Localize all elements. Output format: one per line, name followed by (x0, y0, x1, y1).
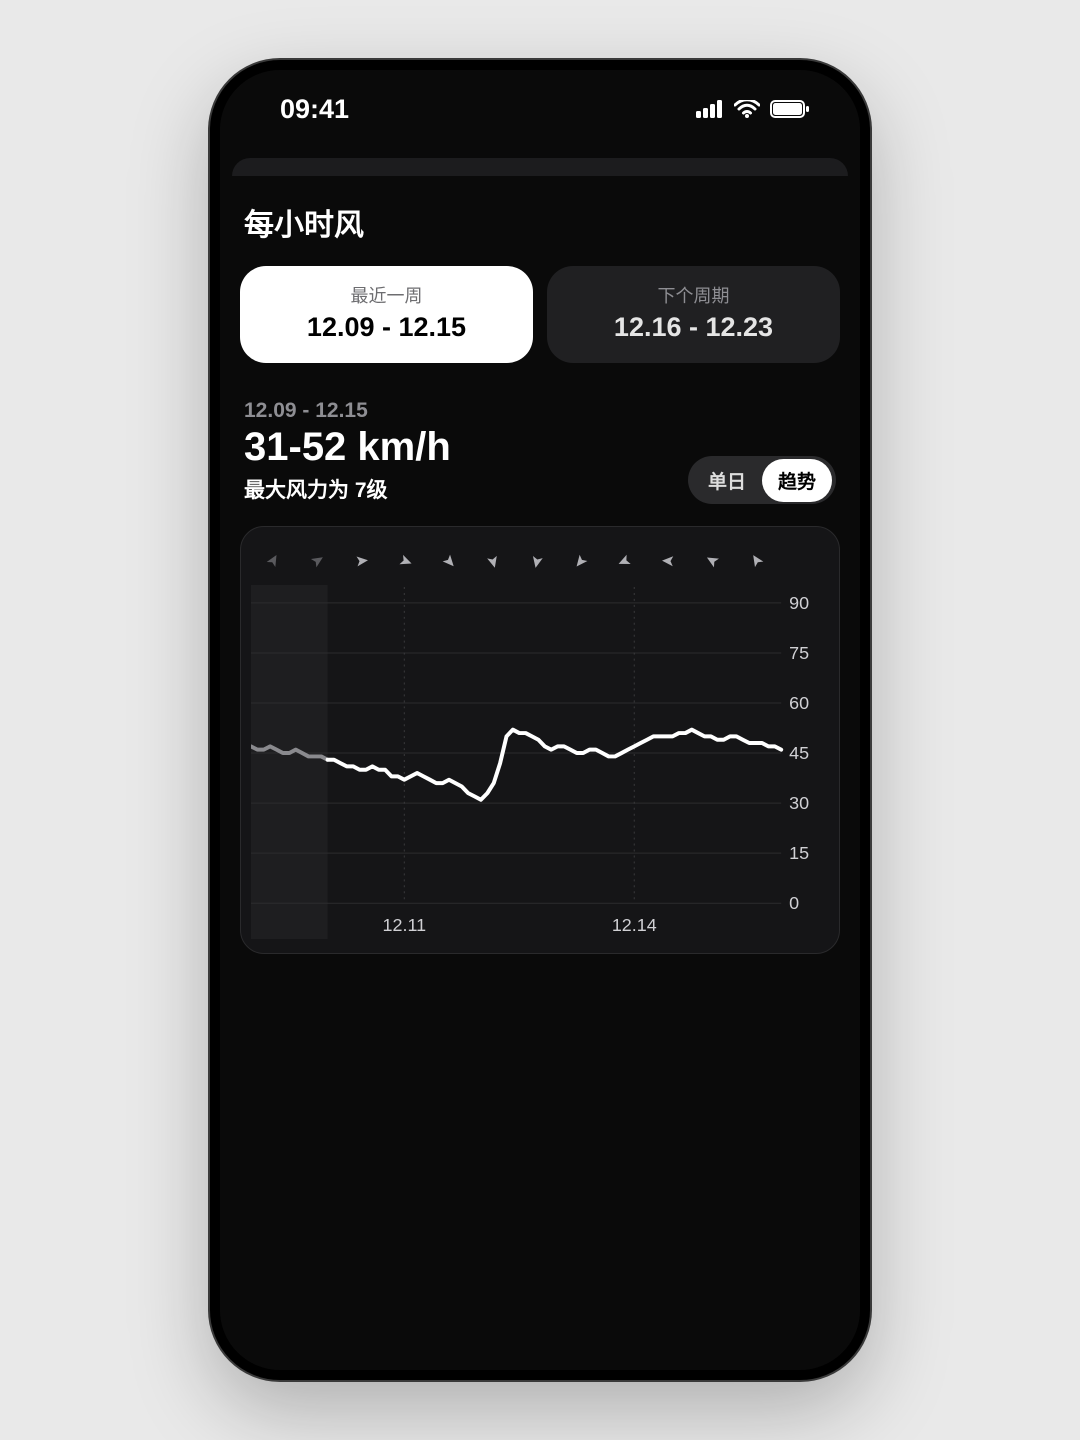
wind-arrow-icon (573, 553, 589, 569)
content: 每小时风 最近一周 12.09 - 12.15 下个周期 12.16 - 12.… (220, 176, 860, 954)
status-time: 09:41 (280, 94, 349, 125)
phone-frame: 09:41 (210, 60, 870, 1380)
wind-arrow-icon (705, 553, 721, 569)
wind-arrow-icon (617, 553, 633, 569)
wind-arrow-icon (309, 553, 325, 569)
cellular-signal-icon (696, 100, 724, 118)
chart-card[interactable]: 0 15 30 45 60 75 90 12.11 12.14 (240, 526, 840, 954)
svg-text:0: 0 (789, 893, 799, 913)
tab-next-period[interactable]: 下个周期 12.16 - 12.23 (547, 266, 840, 363)
wind-chart: 0 15 30 45 60 75 90 12.11 12.14 (251, 585, 829, 939)
wind-arrow-icon (265, 553, 281, 569)
svg-text:75: 75 (789, 643, 809, 663)
svg-text:60: 60 (789, 693, 809, 713)
summary-range: 12.09 - 12.15 (244, 399, 451, 423)
summary-value: 31-52 km/h (244, 425, 451, 470)
wind-arrow-icon (749, 553, 765, 569)
toggle-trend[interactable]: 趋势 (762, 459, 832, 502)
status-bar: 09:41 (220, 70, 860, 148)
tab-next-range: 12.16 - 12.23 (557, 312, 830, 343)
date-range-tabs: 最近一周 12.09 - 12.15 下个周期 12.16 - 12.23 (240, 266, 840, 363)
wind-direction-strip (251, 541, 829, 581)
wind-arrow-icon (441, 553, 457, 569)
wind-arrow-icon (485, 553, 501, 569)
svg-text:12.14: 12.14 (612, 915, 657, 935)
svg-text:12.11: 12.11 (383, 915, 427, 935)
summary-text: 12.09 - 12.15 31-52 km/h 最大风力为 7级 (244, 399, 451, 504)
svg-text:90: 90 (789, 593, 809, 613)
wifi-icon (734, 100, 760, 118)
summary-row: 12.09 - 12.15 31-52 km/h 最大风力为 7级 单日 趋势 (240, 399, 840, 504)
section-title: 每小时风 (240, 200, 840, 244)
wind-arrow-icon (661, 553, 677, 569)
previous-card-edge (232, 158, 848, 176)
toggle-single-day[interactable]: 单日 (692, 459, 762, 502)
svg-text:45: 45 (789, 743, 809, 763)
wind-arrow-icon (529, 553, 545, 569)
summary-subtitle: 最大风力为 7级 (244, 474, 451, 504)
status-right (696, 100, 810, 118)
wind-arrow-icon (353, 553, 369, 569)
tab-recent-week[interactable]: 最近一周 12.09 - 12.15 (240, 266, 533, 363)
tab-next-label: 下个周期 (557, 282, 830, 308)
screen: 09:41 (220, 70, 860, 1370)
battery-icon (770, 100, 810, 118)
tab-recent-label: 最近一周 (250, 282, 523, 308)
tab-recent-range: 12.09 - 12.15 (250, 312, 523, 343)
wind-arrow-icon (397, 553, 413, 569)
plot-area: 0 15 30 45 60 75 90 12.11 12.14 (251, 585, 829, 939)
svg-text:15: 15 (789, 843, 809, 863)
svg-text:30: 30 (789, 793, 809, 813)
view-toggle: 单日 趋势 (688, 456, 836, 504)
